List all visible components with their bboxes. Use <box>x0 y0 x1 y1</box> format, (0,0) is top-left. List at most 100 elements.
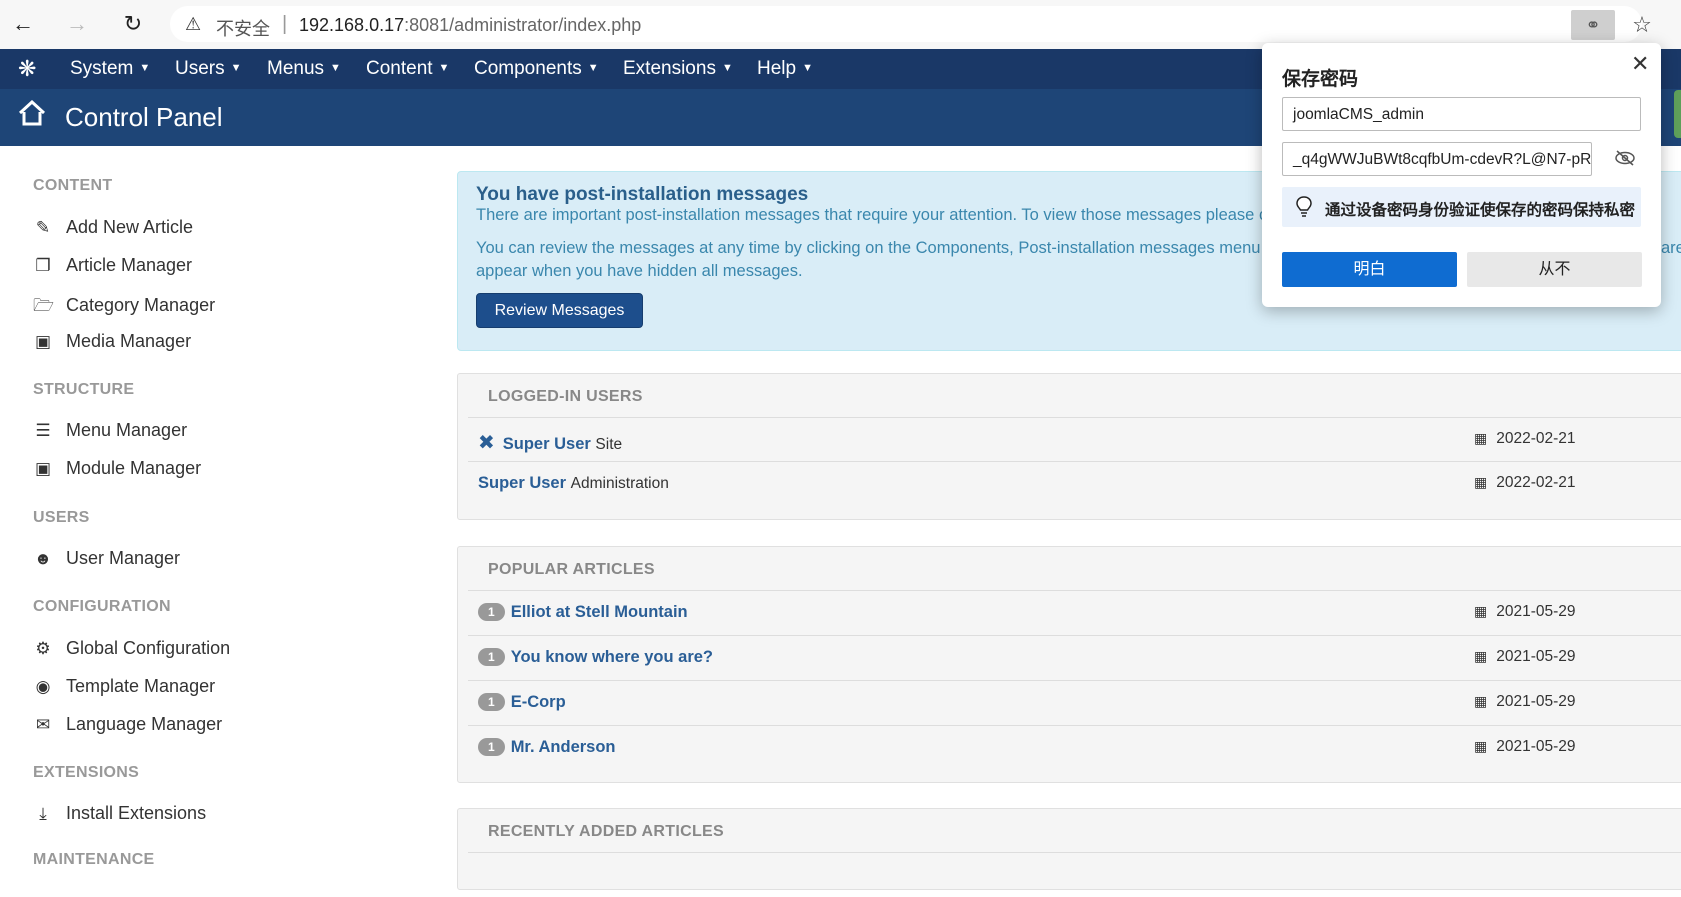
post-install-text: You can review the messages at any time … <box>476 239 1274 257</box>
module-title: RECENTLY ADDED ARTICLES <box>488 823 724 840</box>
pencil-icon: ✎ <box>35 218 51 237</box>
menu-system[interactable]: System ▼ <box>70 58 150 80</box>
address-bar[interactable]: ⚠ 不安全 | 192.168.0.17:8081/administrator/… <box>170 6 1642 42</box>
calendar-icon: ▦ <box>1474 693 1488 709</box>
folder-icon: 🗁 <box>33 296 55 315</box>
sidebar-item-category-manager[interactable]: 🗁 Category Manager <box>33 293 215 322</box>
favorites-star-icon[interactable]: ☆ <box>1626 10 1658 40</box>
joomla-logo-icon[interactable]: ❋ <box>18 56 36 82</box>
sidebar-item-language-manager[interactable]: ✉ Language Manager <box>33 714 222 735</box>
hide-password-icon[interactable] <box>1614 149 1636 172</box>
module-title: LOGGED-IN USERS <box>488 388 643 405</box>
sidebar-item-article-manager[interactable]: ❐ Article Manager <box>33 255 192 276</box>
save-password-dialog: 保存密码 ✕ joomlaCMS_admin _q4gWWJuBWt8cqfbU… <box>1262 43 1661 307</box>
user-link[interactable]: Super User <box>503 435 591 453</box>
back-icon[interactable]: ← <box>8 9 38 39</box>
copy-icon: ❐ <box>35 256 51 275</box>
privacy-tip-text: 通过设备密码身份验证使保存的密码保持私密 <box>1325 202 1636 219</box>
page-title: Control Panel <box>65 102 223 132</box>
sidebar-item-menu-manager[interactable]: ☰ Menu Manager <box>33 420 187 441</box>
hits-badge: 1 <box>478 648 505 666</box>
review-messages-button[interactable]: Review Messages <box>476 293 643 328</box>
menu-menus[interactable]: Menus ▼ <box>267 58 341 80</box>
calendar-icon: ▦ <box>1474 474 1488 490</box>
caret-down-icon: ▼ <box>587 62 599 74</box>
key-icon[interactable]: ⚭ <box>1571 10 1615 40</box>
table-row: 1 Mr. Anderson ▦ 2021-05-29 <box>468 725 1681 770</box>
home-icon <box>18 99 46 131</box>
table-row <box>468 852 1681 897</box>
table-row: 1 You know where you are? ▦ 2021-05-29 <box>468 635 1681 680</box>
menu-help[interactable]: Help ▼ <box>757 58 813 80</box>
forward-icon[interactable]: → <box>62 9 92 39</box>
caret-down-icon: ▼ <box>139 62 151 74</box>
calendar-icon: ▦ <box>1474 648 1488 664</box>
logout-x-icon[interactable]: ✖ <box>478 432 495 454</box>
article-link[interactable]: Mr. Anderson <box>511 738 616 756</box>
post-install-text: are <box>1661 239 1681 257</box>
insecure-label: 不安全 <box>216 19 270 39</box>
table-row: ✖ Super User Site ▦ 2022-02-21 <box>468 417 1681 462</box>
sidebar-item-add-new-article[interactable]: ✎ Add New Article <box>33 217 193 238</box>
sidebar-item-install-extensions[interactable]: ⤓ Install Extensions <box>33 803 206 824</box>
caret-down-icon: ▼ <box>802 62 813 74</box>
sidebar-heading-maintenance: MAINTENANCE <box>33 851 155 868</box>
sidebar-heading-users: USERS <box>33 509 90 526</box>
table-row: Super User Administration ▦ 2022-02-21 <box>468 461 1681 506</box>
logged-in-users-module: LOGGED-IN USERS ✖ Super User Site ▦ 2022-0… <box>457 373 1681 520</box>
sidebar-heading-content: CONTENT <box>33 177 113 194</box>
eye-icon: ◉ <box>35 677 51 696</box>
caret-down-icon: ▼ <box>230 62 242 74</box>
calendar-icon: ▦ <box>1474 603 1488 619</box>
menu-extensions[interactable]: Extensions ▼ <box>623 58 733 80</box>
caret-down-icon: ▼ <box>438 62 450 74</box>
hits-badge: 1 <box>478 738 505 756</box>
download-icon: ⤓ <box>39 804 47 823</box>
comments-icon: ✉ <box>35 715 51 734</box>
password-field[interactable]: _q4gWWJuBWt8cqfbUm-cdevR?L@N7-pR <box>1282 142 1592 176</box>
url-text: 192.168.0.17:8081/administrator/index.ph… <box>299 15 642 35</box>
sidebar-heading-configuration: CONFIGURATION <box>33 598 171 615</box>
never-button[interactable]: 从不 <box>1467 252 1642 287</box>
popular-articles-module: POPULAR ARTICLES 1 Elliot at Stell Mounta… <box>457 546 1681 783</box>
table-row: 1 E-Corp ▦ 2021-05-29 <box>468 680 1681 725</box>
list-icon: ☰ <box>35 421 51 440</box>
user-icon: ☻ <box>34 549 52 568</box>
got-it-button[interactable]: 明白 <box>1282 252 1457 287</box>
article-link[interactable]: E-Corp <box>511 693 566 711</box>
calendar-icon: ▦ <box>1474 430 1488 446</box>
post-install-text: There are important post-installation me… <box>476 206 1275 224</box>
module-title: POPULAR ARTICLES <box>488 561 655 578</box>
caret-down-icon: ▼ <box>330 62 341 74</box>
cube-icon: ▣ <box>34 459 52 478</box>
address-separator: | <box>282 13 288 35</box>
sidebar-heading-extensions: EXTENSIONS <box>33 764 140 781</box>
dialog-title: 保存密码 <box>1282 69 1359 90</box>
user-link[interactable]: Super User <box>478 474 566 492</box>
gear-icon: ⚙ <box>35 639 51 658</box>
recent-articles-module: RECENTLY ADDED ARTICLES <box>457 808 1681 890</box>
sidebar-heading-structure: STRUCTURE <box>33 381 135 398</box>
calendar-icon: ▦ <box>1474 738 1488 754</box>
image-icon: ▣ <box>34 332 52 351</box>
sidebar-item-user-manager[interactable]: ☻ User Manager <box>33 548 180 569</box>
menu-users[interactable]: Users ▼ <box>175 58 242 80</box>
sidebar-item-template-manager[interactable]: ◉ Template Manager <box>33 676 216 697</box>
menu-components[interactable]: Components ▼ <box>474 58 599 80</box>
hits-badge: 1 <box>478 603 505 621</box>
hits-badge: 1 <box>478 693 505 711</box>
article-link[interactable]: Elliot at Stell Mountain <box>511 603 688 621</box>
sidebar-item-module-manager[interactable]: ▣ Module Manager <box>33 458 201 479</box>
status-accent <box>1674 90 1681 138</box>
table-row: 1 Elliot at Stell Mountain ▦ 2021-05-29 <box>468 590 1681 635</box>
close-icon[interactable]: ✕ <box>1631 51 1649 77</box>
sidebar-item-media-manager[interactable]: ▣ Media Manager <box>33 331 191 352</box>
sidebar-item-global-configuration[interactable]: ⚙ Global Configuration <box>33 638 230 659</box>
username-field[interactable]: joomlaCMS_admin <box>1282 97 1641 131</box>
caret-down-icon: ▼ <box>721 62 733 74</box>
menu-content[interactable]: Content ▼ <box>366 58 449 80</box>
privacy-tip: 通过设备密码身份验证使保存的密码保持私密 <box>1282 187 1641 227</box>
article-link[interactable]: You know where you are? <box>511 648 713 666</box>
post-install-text: appear when you have hidden all messages… <box>476 262 803 280</box>
refresh-icon[interactable]: ↻ <box>118 9 148 39</box>
